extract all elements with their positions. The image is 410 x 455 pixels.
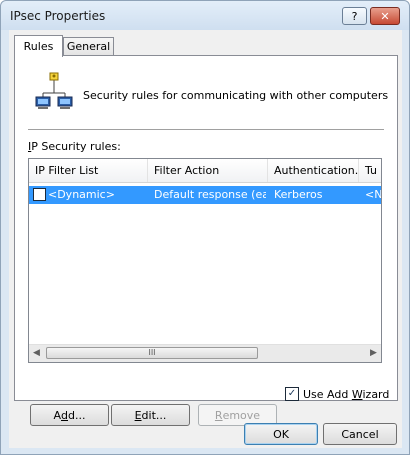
table-row[interactable]: <Dynamic> Default response (ea... Kerber… — [29, 186, 381, 204]
use-add-wizard-checkbox[interactable]: ✓ — [285, 387, 299, 401]
remove-label-post: emove — [222, 408, 261, 422]
cell-filter-list: <Dynamic> — [48, 188, 115, 201]
column-ip-filter-list[interactable]: IP Filter List — [29, 159, 148, 182]
title-bar[interactable]: IPsec Properties ? ✕ — [1, 1, 409, 30]
list-header: IP Filter List Filter Action Authenticat… — [29, 159, 381, 183]
column-filter-action[interactable]: Filter Action — [148, 159, 268, 182]
scroll-right-icon[interactable]: ▶ — [370, 348, 377, 358]
add-label-pre: A — [53, 408, 62, 422]
cell-filter-action: Default response (ea... — [154, 188, 266, 201]
add-button[interactable]: Ad d... — [30, 404, 109, 426]
close-icon: ✕ — [380, 9, 390, 23]
cell-authentication: Kerberos — [274, 188, 323, 201]
dialog-client-area: Rules General Security rules for communi… — [9, 30, 402, 448]
cell-tunnel: <N — [365, 188, 381, 201]
rules-tab-panel: Security rules for communicating with ot… — [14, 55, 398, 426]
network-computers-icon — [35, 72, 73, 109]
edit-button[interactable]: Edit... — [111, 404, 190, 426]
rules-label-text: P Security rules: — [31, 140, 121, 153]
close-button[interactable]: ✕ — [370, 7, 400, 25]
header-description: Security rules for communicating with ot… — [83, 89, 389, 102]
horizontal-scrollbar[interactable]: ◀ III ▶ — [29, 344, 381, 362]
tab-rules[interactable]: Rules — [14, 35, 63, 57]
use-add-wizard-option[interactable]: ✓ Use Add Wizard — [285, 386, 389, 402]
header-divider — [28, 129, 384, 130]
column-tunnel[interactable]: Tu — [359, 159, 381, 182]
scroll-left-icon[interactable]: ◀ — [33, 348, 40, 358]
add-label-post: d... — [68, 408, 86, 422]
tab-general[interactable]: General — [63, 37, 114, 55]
ip-security-rules-list[interactable]: IP Filter List Filter Action Authenticat… — [28, 158, 382, 363]
remove-label-key: R — [214, 408, 223, 422]
tab-general-label: General — [66, 40, 111, 53]
wizard-label-post: izard — [362, 387, 390, 401]
rule-checkbox[interactable] — [33, 188, 46, 201]
window-title: IPsec Properties — [10, 9, 106, 23]
wizard-label-pre: Use Add — [303, 387, 352, 401]
help-icon: ? — [351, 9, 358, 23]
wizard-label-key: W — [351, 387, 363, 401]
cancel-button[interactable]: Cancel — [323, 423, 397, 445]
use-add-wizard-label: Use Add Wizard — [303, 388, 389, 401]
edit-label-key: E — [134, 408, 142, 422]
ok-button[interactable]: OK — [244, 423, 318, 445]
edit-label-post: dit... — [141, 408, 167, 422]
scrollbar-thumb[interactable]: III — [46, 347, 258, 359]
add-label-key: d — [61, 408, 69, 422]
column-authentication[interactable]: Authentication... — [268, 159, 359, 182]
tab-rules-label: Rules — [23, 40, 54, 53]
ip-security-rules-label: IP Security rules: — [28, 140, 121, 153]
dialog-window: IPsec Properties ? ✕ Rules General Secur… — [0, 0, 410, 455]
help-button[interactable]: ? — [342, 7, 367, 25]
